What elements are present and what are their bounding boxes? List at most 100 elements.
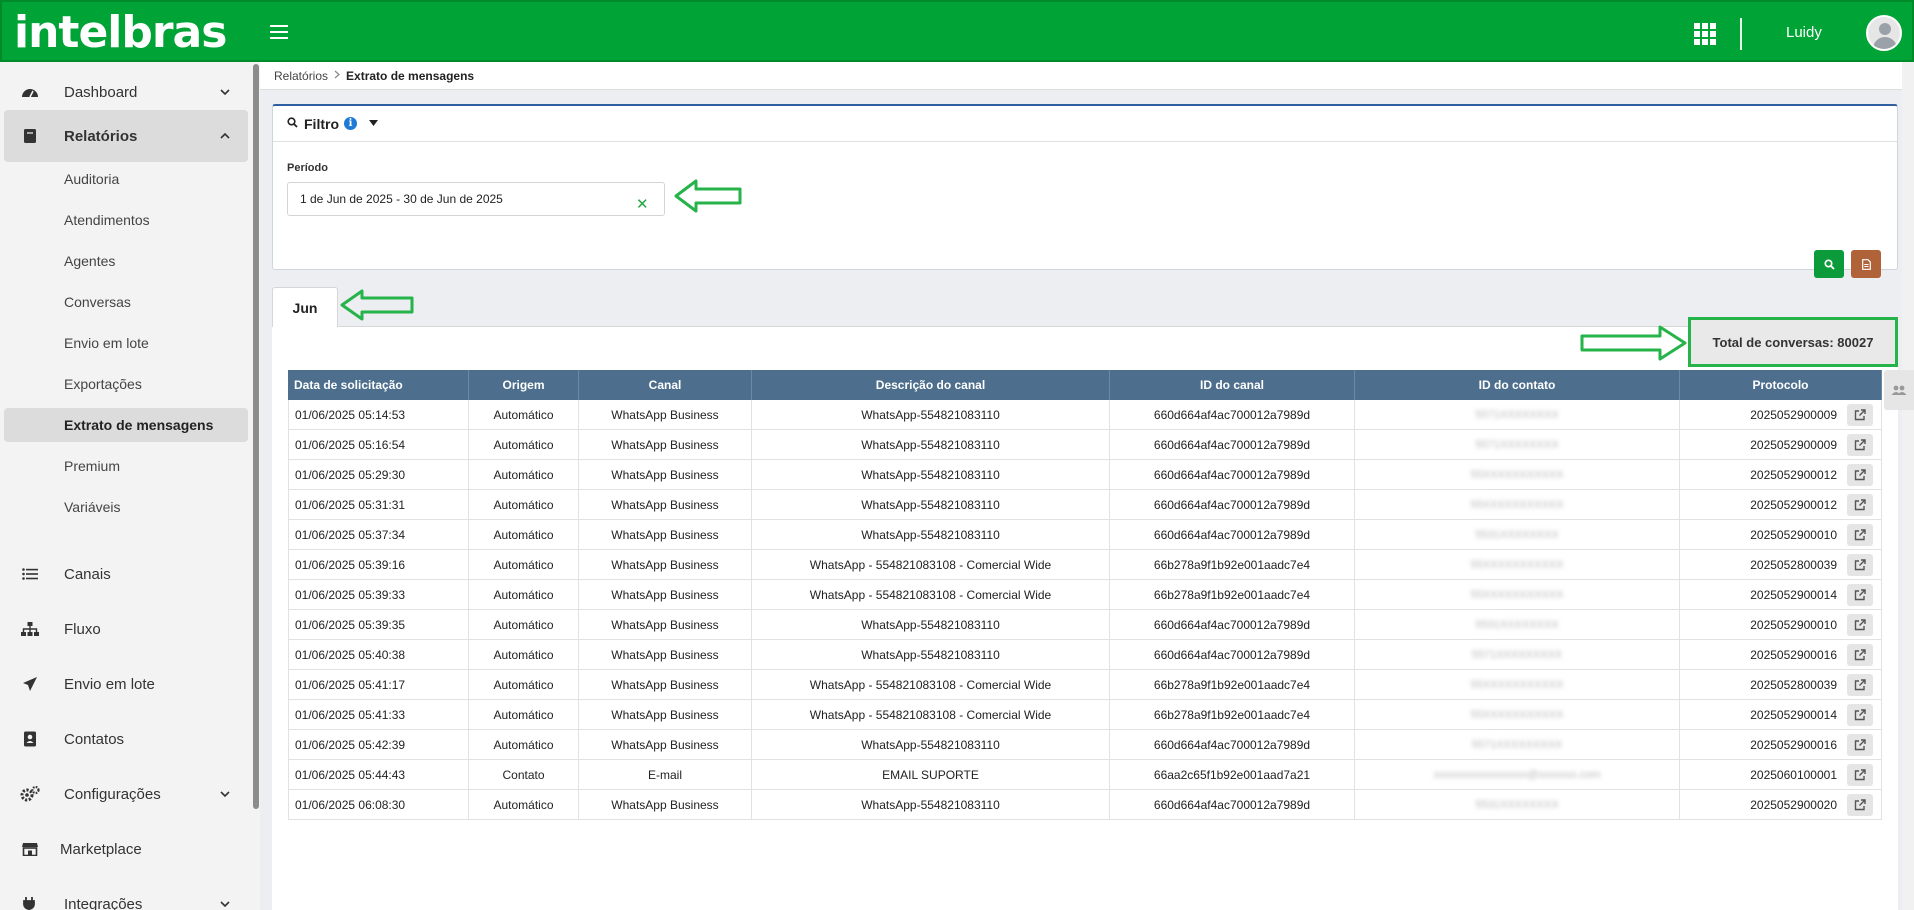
users-panel-toggle-icon[interactable] bbox=[1884, 370, 1914, 410]
table-cell: Automático bbox=[469, 640, 579, 669]
external-link-icon[interactable] bbox=[1847, 793, 1873, 816]
sidebar-subitem-extrato-de-mensagens[interactable]: Extrato de mensagens bbox=[4, 408, 248, 442]
table-cell: Automático bbox=[469, 610, 579, 639]
column-header[interactable]: Origem bbox=[469, 370, 579, 400]
filter-header[interactable]: Filtro i bbox=[273, 106, 1897, 142]
sidebar-item-contatos[interactable]: Contatos bbox=[4, 713, 248, 765]
sidebar-item-canais[interactable]: Canais bbox=[4, 548, 248, 600]
table-cell: 2025052900012 bbox=[1680, 490, 1882, 519]
sidebar-subitem-variaveis[interactable]: Variáveis bbox=[4, 490, 248, 524]
external-link-icon[interactable] bbox=[1847, 583, 1873, 606]
sidebar-item-envio-em-lote[interactable]: Envio em lote bbox=[4, 658, 248, 710]
external-link-icon[interactable] bbox=[1847, 733, 1873, 756]
sidebar-subitem-atendimentos[interactable]: Atendimentos bbox=[4, 203, 248, 237]
table-cell: 01/06/2025 05:14:53 bbox=[288, 400, 469, 429]
tab-jun[interactable]: Jun bbox=[272, 287, 338, 327]
clear-icon[interactable]: ✕ bbox=[636, 189, 649, 221]
table-row[interactable]: 01/06/2025 06:08:30 Automático WhatsApp Bu… bbox=[288, 790, 1882, 820]
table-cell: Automático bbox=[469, 400, 579, 429]
external-link-icon[interactable] bbox=[1847, 613, 1873, 636]
table-cell-text: EMAIL SUPORTE bbox=[882, 767, 979, 782]
table-row[interactable]: 01/06/2025 05:29:30 Automático WhatsApp Bu… bbox=[288, 460, 1882, 490]
period-date-range-input[interactable]: 1 de Jun de 2025 - 30 de Jun de 2025 ✕ bbox=[287, 182, 665, 216]
external-link-icon[interactable] bbox=[1847, 433, 1873, 456]
external-link-icon[interactable] bbox=[1847, 523, 1873, 546]
table-cell: 5571XXXXXXXX bbox=[1355, 400, 1680, 429]
external-link-icon[interactable] bbox=[1847, 673, 1873, 696]
external-link-icon[interactable] bbox=[1847, 553, 1873, 576]
table-row[interactable]: 01/06/2025 05:39:33 Automático WhatsApp Bu… bbox=[288, 580, 1882, 610]
table-cell: WhatsApp-554821083110 bbox=[752, 490, 1110, 519]
contact-id-redacted: 5531XXXXXXXX bbox=[1475, 618, 1559, 631]
column-header[interactable]: ID do contato bbox=[1355, 370, 1680, 400]
apps-grid-icon[interactable] bbox=[1694, 23, 1716, 45]
table-cell-text: WhatsApp Business bbox=[611, 647, 719, 662]
sidebar-item-label: Integrações bbox=[64, 895, 143, 910]
sidebar-scrollbar-thumb[interactable] bbox=[253, 64, 259, 809]
external-link-icon[interactable] bbox=[1847, 703, 1873, 726]
breadcrumb-link-relatorios[interactable]: Relatórios bbox=[274, 69, 328, 83]
table-cell-text: 2025052900014 bbox=[1750, 707, 1837, 722]
table-row[interactable]: 01/06/2025 05:40:38 Automático WhatsApp Bu… bbox=[288, 640, 1882, 670]
table-cell: WhatsApp Business bbox=[579, 790, 752, 819]
sidebar-item-label: Envio em lote bbox=[64, 675, 155, 693]
table-row[interactable]: 01/06/2025 05:39:35 Automático WhatsApp Bu… bbox=[288, 610, 1882, 640]
user-avatar[interactable] bbox=[1866, 15, 1902, 51]
table-row[interactable]: 01/06/2025 05:31:31 Automático WhatsApp Bu… bbox=[288, 490, 1882, 520]
table-cell: 2025052900010 bbox=[1680, 520, 1882, 549]
sidebar-subitem-label: Premium bbox=[64, 458, 121, 474]
search-button[interactable] bbox=[1814, 250, 1844, 278]
external-link-icon[interactable] bbox=[1847, 763, 1873, 786]
column-header[interactable]: Protocolo bbox=[1680, 370, 1882, 400]
table-cell-text: 01/06/2025 05:39:16 bbox=[295, 557, 406, 572]
caret-down-icon[interactable] bbox=[369, 118, 378, 129]
sidebar-item-relatorios[interactable]: Relatórios bbox=[4, 110, 248, 162]
sidebar-subitem-label: Exportações bbox=[64, 376, 142, 392]
sidebar-scrollbar[interactable] bbox=[252, 62, 260, 910]
table-cell: 2025052900010 bbox=[1680, 610, 1882, 639]
contact-id-redacted: 55XXXXXXXXXXX bbox=[1470, 588, 1564, 601]
info-icon[interactable]: i bbox=[344, 117, 357, 130]
table-row[interactable]: 01/06/2025 05:44:43 Contato E-mail EMAIL SU… bbox=[288, 760, 1882, 790]
column-header[interactable]: Data de solicitação bbox=[288, 370, 469, 400]
table-row[interactable]: 01/06/2025 05:14:53 Automático WhatsApp Bu… bbox=[288, 400, 1882, 430]
sidebar-subitem-envio-em-lote[interactable]: Envio em lote bbox=[4, 326, 248, 360]
table-cell-text: 660d664af4ac700012a7989d bbox=[1153, 407, 1311, 422]
table-cell-text: 660d664af4ac700012a7989d bbox=[1153, 797, 1311, 812]
sidebar-subitem-exportacoes[interactable]: Exportações bbox=[4, 367, 248, 401]
table-cell-text: WhatsApp Business bbox=[611, 527, 719, 542]
table-cell: 2025060100001 bbox=[1680, 760, 1882, 789]
external-link-icon[interactable] bbox=[1847, 643, 1873, 666]
address-book-icon bbox=[20, 729, 40, 749]
sidebar-item-integracoes[interactable]: Integrações bbox=[4, 878, 248, 910]
sidebar-item-configuracoes[interactable]: Configurações bbox=[4, 768, 248, 820]
table-cell: WhatsApp-554821083110 bbox=[752, 730, 1110, 759]
sidebar-item-label: Marketplace bbox=[60, 840, 142, 858]
external-link-icon[interactable] bbox=[1847, 463, 1873, 486]
contact-id-redacted: 55XXXXXXXXXXX bbox=[1470, 468, 1564, 481]
column-header[interactable]: Canal bbox=[579, 370, 752, 400]
contact-id-redacted: 55XXXXXXXXXXX bbox=[1470, 558, 1564, 571]
sidebar-subitem-conversas[interactable]: Conversas bbox=[4, 285, 248, 319]
sidebar-item-fluxo[interactable]: Fluxo bbox=[4, 603, 248, 655]
table-row[interactable]: 01/06/2025 05:37:34 Automático WhatsApp Bu… bbox=[288, 520, 1882, 550]
column-header[interactable]: ID do canal bbox=[1110, 370, 1355, 400]
table-row[interactable]: 01/06/2025 05:42:39 Automático WhatsApp Bu… bbox=[288, 730, 1882, 760]
user-name[interactable]: Luidy bbox=[1786, 24, 1822, 41]
sidebar: Dashboard Relatórios Auditoria Atendimen… bbox=[0, 62, 252, 910]
column-header[interactable]: Descrição do canal bbox=[752, 370, 1110, 400]
export-pdf-button[interactable] bbox=[1851, 250, 1881, 278]
table-row[interactable]: 01/06/2025 05:41:33 Automático WhatsApp Bu… bbox=[288, 700, 1882, 730]
hamburger-menu-icon[interactable] bbox=[270, 25, 288, 39]
external-link-icon[interactable] bbox=[1847, 403, 1873, 426]
sidebar-item-marketplace[interactable]: Marketplace bbox=[4, 823, 248, 875]
table-row[interactable]: 01/06/2025 05:41:17 Automático WhatsApp Bu… bbox=[288, 670, 1882, 700]
table-cell: 01/06/2025 05:16:54 bbox=[288, 430, 469, 459]
sidebar-subitem-premium[interactable]: Premium bbox=[4, 449, 248, 483]
table-row[interactable]: 01/06/2025 05:16:54 Automático WhatsApp Bu… bbox=[288, 430, 1882, 460]
sidebar-subitem-auditoria[interactable]: Auditoria bbox=[4, 162, 248, 196]
page-scrollbar[interactable] bbox=[1902, 62, 1914, 910]
table-row[interactable]: 01/06/2025 05:39:16 Automático WhatsApp Bu… bbox=[288, 550, 1882, 580]
external-link-icon[interactable] bbox=[1847, 493, 1873, 516]
sidebar-subitem-agentes[interactable]: Agentes bbox=[4, 244, 248, 278]
